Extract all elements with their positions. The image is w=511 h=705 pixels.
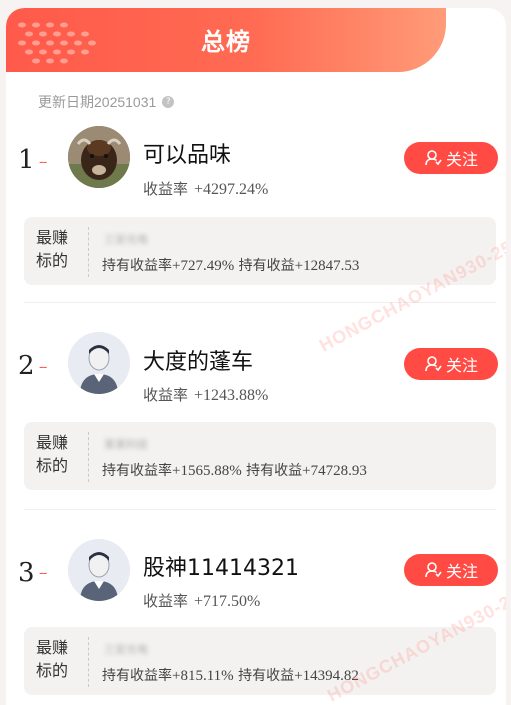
- user-icon: [425, 562, 442, 578]
- leaderboard-header: 总榜: [6, 8, 446, 72]
- rank-number: 2: [18, 351, 35, 381]
- update-date: 更新日期20251031 ?: [38, 92, 175, 112]
- best-holding-label: 最赚 标的: [36, 636, 80, 682]
- rank-change-indicator: --: [39, 153, 47, 169]
- rank-number: 3: [18, 558, 35, 588]
- hold-profit-value: +12847.53: [294, 258, 360, 274]
- best-divider: [88, 227, 89, 277]
- update-date-text: 更新日期20251031: [38, 94, 157, 110]
- return-rate-value: +4297.24%: [194, 181, 269, 198]
- follow-button[interactable]: 关注: [404, 348, 498, 380]
- user-name[interactable]: 可以品味: [143, 137, 231, 169]
- best-label-line1: 最赚: [36, 433, 69, 452]
- follow-button[interactable]: 关注: [404, 554, 498, 586]
- hold-rate-label: 持有收益率: [102, 463, 172, 479]
- return-rate-label: 收益率: [143, 386, 189, 404]
- return-rate: 收益率 +717.50%: [143, 590, 260, 611]
- hold-profit-label: 持有收益: [238, 668, 295, 684]
- follow-button-label: 关注: [445, 150, 478, 169]
- best-label-line2: 标的: [36, 661, 69, 680]
- best-divider: [88, 432, 89, 482]
- hold-profit-label: 持有收益: [246, 463, 303, 479]
- user-name[interactable]: 股神11414321: [143, 550, 299, 582]
- hold-profit-value: +14394.82: [294, 668, 359, 684]
- best-label-line2: 标的: [36, 456, 69, 475]
- follow-button-label: 关注: [445, 356, 478, 375]
- hold-profit-label: 持有收益: [238, 258, 295, 274]
- best-holding-stats: 持有收益率+815.11% 持有收益+14394.82: [102, 665, 359, 685]
- best-label-line1: 最赚: [36, 228, 69, 247]
- best-holding-box[interactable]: 最赚 标的 三安光电 持有收益率+815.11% 持有收益+14394.82: [24, 627, 496, 695]
- return-rate-value: +1243.88%: [194, 387, 269, 404]
- best-holding-label: 最赚 标的: [36, 431, 80, 477]
- best-holding-stats: 持有收益率+1565.88% 持有收益+74728.93: [102, 460, 367, 480]
- default-user-avatar[interactable]: [68, 539, 130, 601]
- hold-rate-value: +1565.88%: [172, 463, 242, 479]
- default-user-avatar[interactable]: [68, 332, 130, 394]
- hold-rate-value: +727.49%: [172, 258, 235, 274]
- best-label-line1: 最赚: [36, 638, 69, 657]
- hold-rate-label: 持有收益率: [102, 668, 172, 684]
- user-name[interactable]: 大度的蓬车: [143, 344, 253, 376]
- follow-button-label: 关注: [445, 562, 478, 581]
- best-holding-stats: 持有收益率+727.49% 持有收益+12847.53: [102, 255, 359, 275]
- return-rate: 收益率 +1243.88%: [143, 384, 268, 405]
- hold-rate-value: +815.11%: [172, 668, 234, 684]
- leaderboard-title: 总榜: [201, 28, 251, 56]
- leaderboard-card: 总榜 更新日期20251031 ? 1 -- 可以品味 收益率 +4297.24%: [6, 8, 506, 705]
- best-holding-name: 三安光电: [104, 233, 148, 246]
- divider: [24, 302, 496, 303]
- best-holding-box[interactable]: 最赚 标的 三安光电 持有收益率+727.49% 持有收益+12847.53: [24, 217, 496, 285]
- return-rate-label: 收益率: [143, 592, 189, 610]
- rank-change-indicator: --: [39, 358, 47, 374]
- divider: [24, 509, 496, 510]
- best-holding-name: 某某科技: [104, 438, 148, 451]
- return-rate: 收益率 +4297.24%: [143, 178, 268, 199]
- best-label-line2: 标的: [36, 251, 69, 270]
- hold-profit-value: +74728.93: [302, 463, 367, 479]
- rank-number: 1: [18, 145, 35, 175]
- cow-photo-avatar[interactable]: [68, 126, 130, 188]
- best-holding-name: 三安光电: [104, 643, 148, 656]
- hold-rate-label: 持有收益率: [102, 258, 172, 274]
- best-holding-box[interactable]: 最赚 标的 某某科技 持有收益率+1565.88% 持有收益+74728.93: [24, 422, 496, 490]
- user-icon: [425, 356, 442, 372]
- best-divider: [88, 637, 89, 687]
- rank-change-indicator: --: [39, 564, 47, 580]
- return-rate-label: 收益率: [143, 180, 189, 198]
- return-rate-value: +717.50%: [194, 593, 261, 610]
- user-icon: [425, 150, 442, 166]
- follow-button[interactable]: 关注: [404, 142, 498, 174]
- best-holding-label: 最赚 标的: [36, 226, 80, 272]
- question-icon[interactable]: ?: [162, 96, 175, 108]
